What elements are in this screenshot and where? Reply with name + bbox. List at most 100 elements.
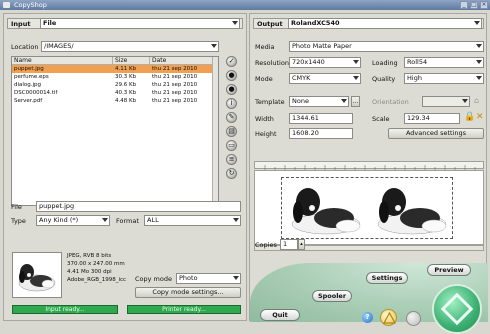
ruler-ticks-icon [264, 165, 476, 170]
file-row[interactable]: DSC0000014.tif 40.3 Kb thu 21 sep 2010 [12, 89, 218, 97]
settings-button[interactable]: Settings [366, 272, 408, 284]
pencil-icon[interactable]: ✎ [226, 112, 237, 123]
preview-button[interactable]: Preview [427, 264, 471, 276]
height-field[interactable]: 1608.20 [289, 128, 353, 139]
app-icon [3, 2, 10, 8]
file-list[interactable]: Name Size Date puppet.jpg 4.11 Kb thu 21… [11, 56, 219, 206]
chevron-down-icon [233, 276, 239, 280]
image-info: JPEG, RVB 8 bits 370.00 x 247.00 mm 4.41… [67, 252, 126, 284]
width-field[interactable]: 1344.61 [289, 113, 353, 124]
stop-icon[interactable] [406, 311, 421, 326]
file-name-value: puppet.jpg [39, 202, 75, 210]
refresh-icon[interactable]: ↻ [226, 168, 237, 179]
puppy-preview-icon [291, 188, 447, 235]
template-select[interactable]: None [289, 96, 349, 107]
close-icon[interactable]: × [480, 1, 488, 9]
type-label: Type [11, 217, 26, 225]
media-select[interactable]: Photo Matte Paper [289, 41, 484, 52]
stack-icon[interactable]: ≡ [226, 154, 237, 165]
file-size: 4.48 Kb [115, 98, 137, 104]
copies-stepper[interactable]: ▴ [298, 239, 305, 250]
height-value: 1608.20 [292, 129, 319, 137]
orientation-select[interactable] [422, 96, 470, 107]
maximize-icon[interactable]: □ [470, 1, 478, 9]
format-label: Format [116, 217, 139, 225]
file-name: dialog.jpg [14, 82, 42, 88]
file-name: perfume.eps [14, 74, 49, 80]
print-preview[interactable] [254, 170, 484, 245]
mode-select[interactable]: CMYK [289, 73, 361, 84]
image-info-line: 4.41 Mo 300 dpi [67, 269, 112, 275]
file-name: puppet.jpg [14, 66, 44, 72]
printer-status: Printer ready... [127, 305, 241, 314]
image-info-line: Adobe_RGB_1998_icc [67, 277, 127, 283]
column-size[interactable]: Size [113, 57, 150, 64]
file-name: Server.pdf [14, 98, 43, 104]
file-name-field[interactable]: puppet.jpg [36, 201, 241, 212]
format-value: ALL [147, 216, 159, 224]
resolution-select[interactable]: 720x1440 [289, 57, 361, 68]
record-icon[interactable]: ● [226, 84, 237, 95]
copy-mode-value: Photo [179, 274, 198, 282]
column-name[interactable]: Name [12, 57, 113, 64]
chevron-down-icon [476, 60, 482, 64]
file-list-header: Name Size Date [12, 57, 218, 65]
file-row[interactable]: Server.pdf 4.48 Kb thu 21 sep 2010 [12, 97, 218, 105]
puppy-thumbnail-icon [18, 264, 56, 292]
format-select[interactable]: ALL [144, 215, 241, 226]
file-row[interactable]: perfume.eps 30.3 Kb thu 21 sep 2010 [12, 73, 218, 81]
lock-icon[interactable]: 🔒 [464, 112, 475, 122]
printer-select[interactable]: RolandXC540 [288, 18, 482, 29]
scale-value: 129.34 [407, 114, 430, 122]
window-controls: _ □ × [460, 1, 488, 9]
file-list-scrollbar[interactable] [212, 57, 218, 205]
mode-value: CMYK [292, 74, 311, 82]
copies-field[interactable]: 1 [280, 239, 298, 250]
quality-select[interactable]: High [404, 73, 484, 84]
document-icon[interactable]: ▤ [226, 126, 237, 137]
file-date: thu 21 sep 2010 [152, 82, 198, 88]
chevron-down-icon [476, 76, 482, 80]
loading-label: Loading [372, 59, 398, 67]
file-size: 30.3 Kb [115, 74, 137, 80]
output-section-label: Output [257, 20, 283, 28]
info-icon[interactable]: i [226, 98, 237, 109]
file-row[interactable]: dialog.jpg 29.6 Kb thu 21 sep 2010 [12, 81, 218, 89]
help-icon[interactable]: ? [362, 312, 373, 323]
preview-ruler [254, 161, 484, 170]
alert-icon[interactable] [380, 309, 397, 326]
window-titlebar: CopyShop _ □ × [0, 0, 490, 10]
copy-mode-select[interactable]: Photo [176, 273, 241, 284]
chevron-down-icon [102, 218, 108, 222]
location-select[interactable]: /IMAGES/ [41, 41, 219, 52]
fit-icon[interactable]: ✕ [476, 112, 484, 122]
type-value: Any Kind (*) [39, 216, 79, 224]
folder-icon[interactable]: ▭ [226, 140, 237, 151]
scale-field[interactable]: 129.34 [404, 113, 460, 124]
chevron-down-icon [353, 60, 359, 64]
open-icon[interactable]: ● [226, 70, 237, 81]
advanced-settings-button[interactable]: Advanced settings [388, 128, 484, 139]
window-title: CopyShop [14, 1, 47, 9]
location-label: Location [11, 43, 39, 51]
spooler-button[interactable]: Spooler [312, 290, 352, 302]
template-browse-button[interactable]: … [351, 96, 360, 107]
printer-value: RolandXC540 [291, 19, 340, 27]
output-panel: Output RolandXC540 Media Photo Matte Pap… [249, 13, 488, 334]
chevron-down-icon [211, 44, 217, 48]
check-icon[interactable]: ✓ [226, 56, 237, 67]
image-thumbnail [12, 252, 62, 298]
control-console: Preview Settings Spooler Quit ? [250, 263, 488, 334]
minimize-icon[interactable]: _ [460, 1, 468, 9]
copy-mode-label: Copy mode [135, 275, 172, 283]
file-size: 29.6 Kb [115, 82, 137, 88]
file-row[interactable]: puppet.jpg 4.11 Kb thu 21 sep 2010 [12, 65, 218, 73]
file-date: thu 21 sep 2010 [152, 66, 198, 72]
copy-mode-settings-button[interactable]: Copy mode settings... [135, 287, 241, 298]
column-date[interactable]: Date [150, 57, 218, 64]
lock-icon[interactable]: ⌂ [474, 96, 479, 105]
input-source-select[interactable]: File [40, 18, 240, 29]
type-select[interactable]: Any Kind (*) [36, 215, 110, 226]
loading-select[interactable]: Roll54 [404, 57, 484, 68]
quit-button[interactable]: Quit [260, 309, 300, 321]
